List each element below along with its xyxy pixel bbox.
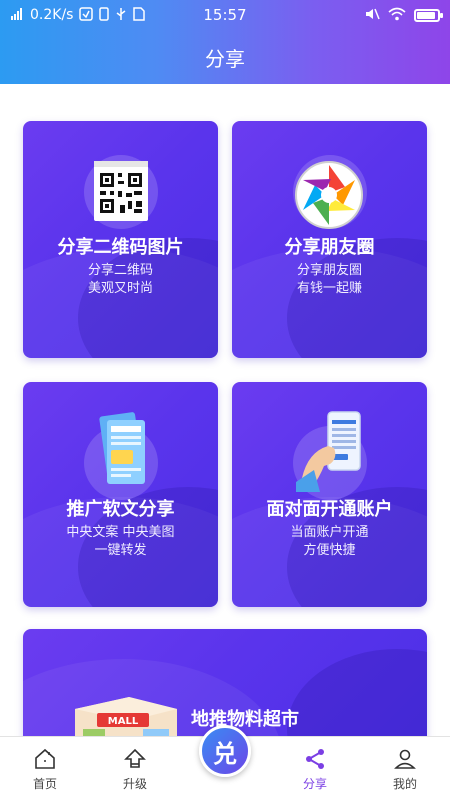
battery-fill — [417, 11, 435, 19]
share-moments-card[interactable]: 分享朋友圈 分享朋友圈 有钱一起赚 — [232, 121, 427, 358]
network-speed: 0.2K/s — [30, 7, 74, 23]
upgrade-icon — [124, 748, 146, 768]
app-header: 0.2K/s 15:57 分享 — [0, 0, 450, 84]
share-qrcode-card[interactable]: 分享二维码图片 分享二维码 美观又时尚 — [23, 121, 218, 358]
card-title: 推广软文分享 — [66, 499, 175, 520]
card-subtitle: 中央文案 中央美图 — [66, 525, 175, 540]
mall-icon: MALL — [71, 691, 181, 736]
exchange-icon[interactable]: 兑 — [199, 725, 251, 777]
card-subtitle: 当面账户开通 — [290, 525, 369, 540]
status-bar: 0.2K/s 15:57 — [0, 0, 450, 30]
phone-icon — [99, 7, 110, 23]
signal-icon — [10, 7, 24, 23]
mute-icon — [364, 7, 380, 23]
promotion-materials-card[interactable]: MALL 地推物料超市 — [23, 629, 427, 736]
document-icon — [93, 412, 155, 496]
card-title: 地推物料超市 — [191, 709, 299, 730]
share-icon — [306, 749, 324, 769]
notification-icon — [79, 7, 94, 23]
bottom-navigation: 首页 升级 兑 分享 我的 — [0, 725, 450, 800]
phone-hand-icon — [294, 408, 370, 496]
home-icon — [35, 748, 55, 769]
card-title: 面对面开通账户 — [266, 499, 393, 520]
card-subtitle: 美观又时尚 — [87, 281, 153, 296]
wifi-icon — [388, 7, 406, 23]
card-subtitle: 一键转发 — [94, 543, 147, 558]
card-subtitle: 分享朋友圈 — [296, 263, 362, 278]
svg-text:MALL: MALL — [108, 716, 139, 727]
share-content: 分享二维码图片 分享二维码 美观又时尚 分享朋友圈 分享朋友圈 有钱一起赚 推广… — [0, 84, 450, 736]
nav-item-exchange[interactable]: 兑 — [180, 725, 270, 800]
page-title: 分享 — [205, 46, 245, 71]
nav-label: 分享 — [302, 777, 327, 791]
share-article-card[interactable]: 推广软文分享 中央文案 中央美图 一键转发 — [23, 382, 218, 607]
nav-label: 升级 — [122, 777, 147, 791]
card-subtitle: 分享二维码 — [87, 263, 153, 278]
card-subtitle: 方便快捷 — [303, 543, 356, 558]
aperture-icon — [293, 159, 365, 235]
qrcode-icon — [86, 161, 156, 229]
card-title: 分享朋友圈 — [284, 237, 375, 258]
nav-label: 首页 — [32, 777, 57, 791]
card-subtitle: 有钱一起赚 — [296, 281, 362, 296]
face-to-face-account-card[interactable]: 面对面开通账户 当面账户开通 方便快捷 — [232, 382, 427, 607]
nav-item-upgrade[interactable]: 升级 — [90, 737, 180, 800]
nav-item-home[interactable]: 首页 — [0, 737, 90, 800]
card-title: 分享二维码图片 — [57, 237, 184, 258]
nav-item-share[interactable]: 分享 — [270, 737, 360, 800]
nav-label: 我的 — [392, 777, 417, 791]
sim-icon — [133, 7, 146, 23]
battery-icon — [414, 8, 443, 22]
usb-icon — [115, 7, 127, 23]
user-icon — [394, 749, 416, 769]
nav-item-mine[interactable]: 我的 — [360, 737, 450, 800]
